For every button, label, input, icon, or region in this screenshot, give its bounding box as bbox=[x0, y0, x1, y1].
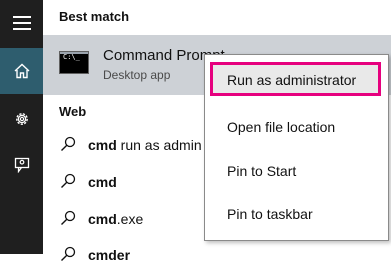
search-icon bbox=[61, 136, 76, 151]
feedback-person-icon bbox=[14, 157, 29, 173]
search-icon bbox=[61, 173, 76, 188]
best-match-subtitle: Desktop app bbox=[103, 68, 171, 82]
web-result-text: cmder bbox=[88, 247, 131, 263]
feedback-button[interactable] bbox=[0, 142, 43, 188]
web-heading: Web bbox=[59, 104, 87, 119]
context-menu: Run as administrator Open file location … bbox=[204, 54, 389, 241]
start-menu-rail bbox=[0, 0, 43, 254]
open-file-location-menu-item[interactable]: Open file location bbox=[205, 107, 388, 147]
search-icon bbox=[61, 210, 76, 225]
pin-to-taskbar-menu-item[interactable]: Pin to taskbar bbox=[205, 194, 388, 234]
best-match-heading: Best match bbox=[59, 9, 130, 24]
web-result-text: cmd.exe bbox=[88, 211, 144, 227]
menu-item-label: Run as administrator bbox=[227, 72, 357, 88]
search-icon bbox=[61, 246, 76, 261]
web-result-text: cmd bbox=[88, 174, 117, 190]
pin-to-start-menu-item[interactable]: Pin to Start bbox=[205, 151, 388, 191]
home-button[interactable] bbox=[0, 48, 43, 94]
settings-gear-icon bbox=[15, 113, 28, 125]
home-icon bbox=[14, 63, 29, 79]
settings-button[interactable] bbox=[0, 96, 43, 142]
web-result-text: cmd run as admin bbox=[88, 137, 202, 153]
menu-item-label: Open file location bbox=[227, 119, 336, 135]
menu-item-label: Pin to taskbar bbox=[227, 206, 313, 222]
run-as-administrator-menu-item[interactable]: Run as administrator bbox=[210, 62, 381, 96]
web-result-item[interactable]: cmder bbox=[43, 240, 391, 272]
hamburger-menu-icon bbox=[12, 16, 31, 30]
menu-button[interactable] bbox=[0, 0, 43, 46]
command-prompt-icon: C:\_ bbox=[59, 51, 89, 74]
menu-item-label: Pin to Start bbox=[227, 163, 297, 179]
